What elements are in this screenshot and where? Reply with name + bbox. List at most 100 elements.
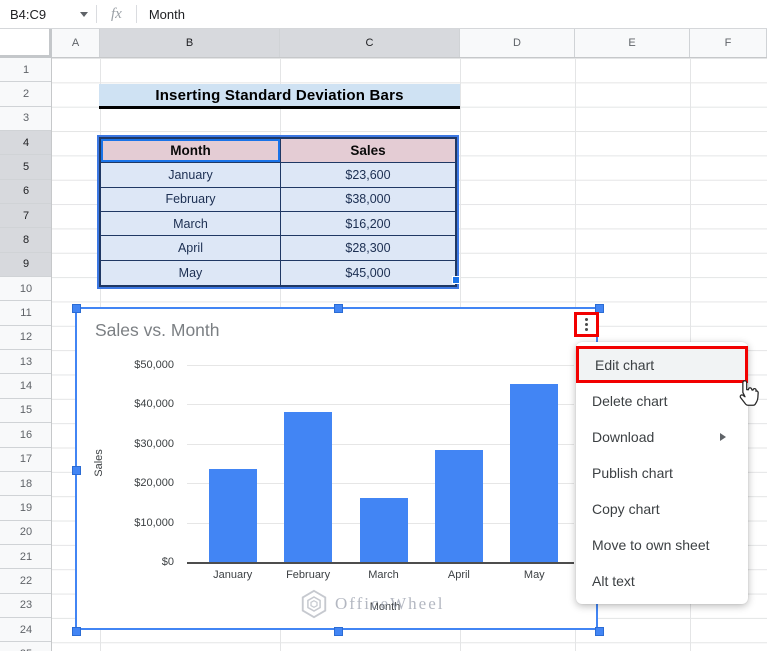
bar-may[interactable] xyxy=(510,383,559,562)
chart-resize-handle[interactable] xyxy=(72,627,81,636)
menu-item-publish-chart[interactable]: Publish chart xyxy=(576,455,748,491)
column-header-row: ABCDEF xyxy=(0,29,767,58)
table-cell[interactable]: May xyxy=(101,260,281,286)
table-header-cell[interactable]: Sales xyxy=(280,139,455,164)
row-header-7[interactable]: 7 xyxy=(0,204,51,229)
chart-resize-handle[interactable] xyxy=(72,466,81,475)
menu-item-download[interactable]: Download xyxy=(576,419,748,455)
x-axis-tick-label: March xyxy=(368,569,399,581)
menu-item-delete-chart[interactable]: Delete chart xyxy=(576,383,748,419)
column-header-F[interactable]: F xyxy=(690,29,767,57)
table-row: March $16,200 xyxy=(101,212,455,237)
row-header-12[interactable]: 12 xyxy=(0,325,51,351)
x-axis-tick-label: April xyxy=(447,569,470,581)
x-axis-tick-label: January xyxy=(213,569,253,581)
x-axis-tick-label: February xyxy=(286,569,331,581)
officewheel-logo-icon xyxy=(301,589,327,619)
chart-resize-handle[interactable] xyxy=(595,627,604,636)
row-header-22[interactable]: 22 xyxy=(0,569,51,594)
chart-resize-handle[interactable] xyxy=(334,304,343,313)
chart-title: Sales vs. Month xyxy=(95,320,220,340)
row-header-18[interactable]: 18 xyxy=(0,471,51,497)
bar-march[interactable] xyxy=(359,497,408,562)
row-header-4[interactable]: 4 xyxy=(0,131,51,156)
row-header-25[interactable]: 25 xyxy=(0,642,51,651)
table-header-cell[interactable]: Month xyxy=(101,139,281,164)
row-header-2[interactable]: 2 xyxy=(0,82,51,107)
x-axis-tick-label: May xyxy=(523,569,545,581)
menu-item-move-to-own-sheet[interactable]: Move to own sheet xyxy=(576,527,748,563)
bar-february[interactable] xyxy=(284,411,333,562)
chart-resize-handle[interactable] xyxy=(334,627,343,636)
chart-gridline xyxy=(187,562,574,564)
name-box[interactable]: B4:C9 xyxy=(0,7,96,22)
table-row: May $45,000 xyxy=(101,260,455,286)
y-axis-tick-label: $50,000 xyxy=(134,359,174,371)
column-header-B[interactable]: B xyxy=(100,29,280,57)
watermark-text: OfficeWheel xyxy=(335,594,445,613)
row-header-11[interactable]: 11 xyxy=(0,301,51,326)
row-header-21[interactable]: 21 xyxy=(0,544,51,570)
row-header-3[interactable]: 3 xyxy=(0,106,51,132)
sheet-title-cell[interactable]: Inserting Standard Deviation Bars xyxy=(99,84,460,109)
selection-fill-handle[interactable] xyxy=(452,276,460,284)
row-header-10[interactable]: 10 xyxy=(0,277,51,302)
fx-icon: fx xyxy=(111,5,122,22)
table-row: April $28,300 xyxy=(101,236,455,261)
column-header-D[interactable]: D xyxy=(460,29,575,57)
chart-options-red-highlight xyxy=(574,312,599,337)
table-cell[interactable]: $16,200 xyxy=(280,212,455,237)
y-axis-tick-label: $20,000 xyxy=(134,477,174,490)
name-box-dropdown-icon[interactable] xyxy=(80,11,88,17)
table-row: January $23,600 xyxy=(101,163,455,188)
data-table[interactable]: Month Sales January $23,600 February $38,000 M… xyxy=(99,137,457,288)
pointer-hand-cursor xyxy=(739,380,759,406)
row-header-24[interactable]: 24 xyxy=(0,617,51,643)
row-header-5[interactable]: 5 xyxy=(0,155,51,180)
row-header-13[interactable]: 13 xyxy=(0,350,51,375)
row-header-column: 1234567891011121314151617181920212223242… xyxy=(0,58,52,651)
bar-january[interactable] xyxy=(208,468,257,562)
formula-bar: B4:C9 fx Month xyxy=(0,0,767,29)
table-cell[interactable]: April xyxy=(101,236,281,261)
table-cell[interactable]: $45,000 xyxy=(280,260,455,286)
name-box-value: B4:C9 xyxy=(10,6,47,22)
three-dot-menu-icon[interactable] xyxy=(585,318,588,331)
column-header-C[interactable]: C xyxy=(280,29,460,57)
bar-april[interactable] xyxy=(434,449,483,562)
row-header-9[interactable]: 9 xyxy=(0,252,51,278)
column-header-A[interactable]: A xyxy=(52,29,100,57)
spreadsheet-app: B4:C9 fx Month ABCDEF 1 2 3 4 5 6 7 8 9 10 11 12 13 1… xyxy=(0,0,767,651)
row-header-23[interactable]: 23 xyxy=(0,593,51,618)
y-axis-tick-label: $30,000 xyxy=(134,437,174,450)
y-axis-tick-label: $40,000 xyxy=(134,398,174,411)
row-header-6[interactable]: 6 xyxy=(0,179,51,205)
table-cell[interactable]: February xyxy=(101,187,281,213)
table-cell[interactable]: March xyxy=(101,212,281,237)
column-header-E[interactable]: E xyxy=(575,29,690,57)
row-header-17[interactable]: 17 xyxy=(0,447,51,472)
submenu-arrow-icon xyxy=(720,433,726,441)
row-header-20[interactable]: 20 xyxy=(0,520,51,545)
table-cell[interactable]: $28,300 xyxy=(280,236,455,261)
table-cell[interactable]: January xyxy=(101,163,281,188)
menu-item-alt-text[interactable]: Alt text xyxy=(576,563,748,599)
y-axis-title: Sales xyxy=(93,449,105,477)
row-header-14[interactable]: 14 xyxy=(0,374,51,399)
menu-item-edit-chart[interactable]: Edit chart xyxy=(576,346,748,383)
chart-context-menu: Edit chart Delete chart Download Publish ch… xyxy=(576,342,748,604)
row-header-8[interactable]: 8 xyxy=(0,228,51,253)
row-header-19[interactable]: 19 xyxy=(0,496,51,521)
chart-gridline xyxy=(187,365,574,366)
embedded-chart[interactable]: Sales vs. Month Sales $0 $10,000 $20,000 $3… xyxy=(72,304,604,636)
row-header-16[interactable]: 16 xyxy=(0,423,51,448)
chart-resize-handle[interactable] xyxy=(72,304,81,313)
table-cell[interactable]: $38,000 xyxy=(280,187,455,213)
row-header-15[interactable]: 15 xyxy=(0,398,51,424)
formula-input[interactable]: Month xyxy=(137,7,767,22)
select-all-corner[interactable] xyxy=(0,29,52,58)
menu-item-copy-chart[interactable]: Copy chart xyxy=(576,491,748,527)
row-header-1[interactable]: 1 xyxy=(0,58,51,83)
y-axis-tick-label: $0 xyxy=(161,556,174,568)
table-cell[interactable]: $23,600 xyxy=(280,163,455,188)
